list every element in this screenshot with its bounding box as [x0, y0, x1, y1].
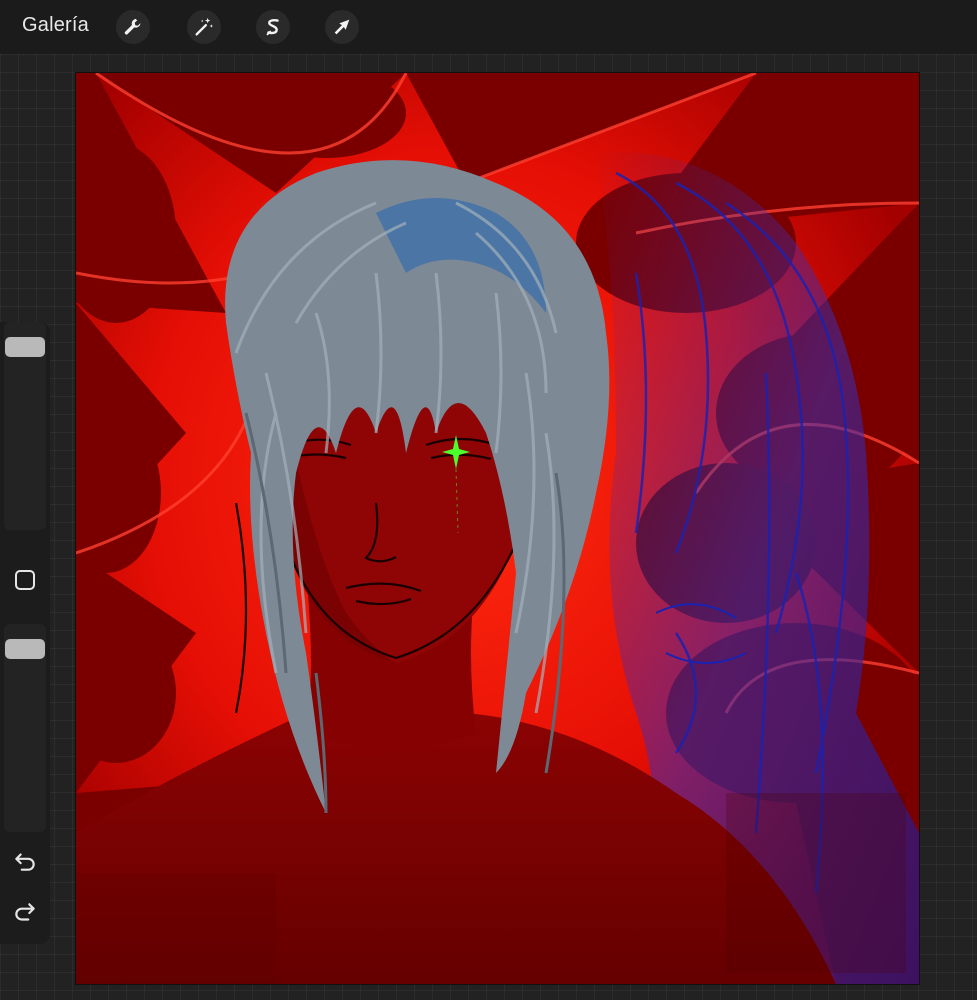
top-toolbar: Galería: [0, 0, 977, 54]
undo-icon: [15, 853, 35, 871]
opacity-slider[interactable]: [4, 624, 46, 832]
actions-button[interactable]: [116, 10, 150, 44]
gallery-button[interactable]: Galería: [22, 14, 89, 37]
left-sidebar: [0, 322, 50, 944]
wrench-icon: [124, 18, 141, 35]
opacity-thumb[interactable]: [5, 638, 45, 659]
selection-s-icon: [266, 19, 279, 36]
transform-button[interactable]: [325, 10, 359, 44]
procreate-app: Galería: [0, 0, 977, 1000]
undo-button[interactable]: [12, 848, 38, 874]
modify-button[interactable]: [13, 568, 37, 592]
arrow-cursor-icon: [334, 19, 350, 35]
drawing-canvas[interactable]: [76, 73, 919, 984]
artwork: [76, 73, 919, 984]
magic-wand-icon: [195, 17, 214, 36]
selection-button[interactable]: [256, 10, 290, 44]
redo-icon: [15, 903, 35, 921]
square-icon: [15, 570, 35, 590]
redo-button[interactable]: [12, 900, 38, 926]
adjustments-button[interactable]: [187, 10, 221, 44]
brush-size-thumb[interactable]: [5, 336, 45, 357]
brush-size-slider[interactable]: [4, 322, 46, 530]
